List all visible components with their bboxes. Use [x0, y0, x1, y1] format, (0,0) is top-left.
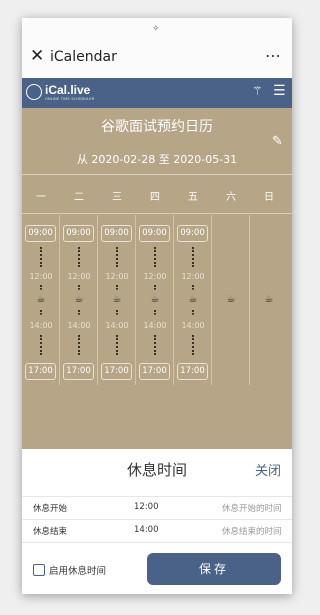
end-time-button[interactable]: 17:00: [25, 363, 56, 380]
schedule-grid: 09:00 12:00 ☕ 14:00 17:00 09:00 12:00 ☕ …: [22, 215, 292, 385]
start-time-button[interactable]: 09:00: [139, 225, 170, 242]
logo[interactable]: iCal.live ONLINE TIME SCHEDULER: [25, 82, 95, 104]
break-end-label: 14:00: [105, 321, 129, 330]
status-icon: ✧: [152, 24, 160, 34]
coffee-cup-icon[interactable]: ☕: [187, 294, 199, 305]
logo-mark: [26, 84, 42, 100]
work-span-dots: [78, 335, 80, 355]
break-start-label: 12:00: [29, 272, 53, 281]
work-span-dots: [116, 247, 118, 267]
day-column-tue[interactable]: 09:00 12:00 ☕ 14:00 17:00: [60, 215, 98, 385]
weekday-header: 一 二 三 四 五 六 日: [22, 176, 292, 214]
row-hint: 休息结束的时间: [222, 527, 282, 537]
work-span-dots: [192, 285, 194, 290]
weekday-mon: 一: [36, 192, 46, 203]
day-column-mon[interactable]: 09:00 12:00 ☕ 14:00 17:00: [22, 215, 60, 385]
work-span-dots: [40, 310, 42, 315]
weekday-sat: 六: [226, 192, 236, 203]
break-end-row[interactable]: 休息结束 14:00 休息结束的时间: [22, 519, 292, 543]
work-span-dots: [78, 285, 80, 290]
work-span-dots: [78, 310, 80, 315]
day-column-fri[interactable]: 09:00 12:00 ☕ 14:00 17:00: [174, 215, 212, 385]
break-end-label: 14:00: [143, 321, 167, 330]
end-time-button[interactable]: 17:00: [101, 363, 132, 380]
start-time-button[interactable]: 09:00: [101, 225, 132, 242]
work-span-dots: [192, 335, 194, 355]
end-time-button[interactable]: 17:00: [63, 363, 94, 380]
status-bar: ✧: [22, 18, 292, 40]
more-icon[interactable]: ⋯: [265, 46, 282, 65]
coffee-cup-icon[interactable]: ☕: [111, 294, 123, 305]
work-span-dots: [40, 285, 42, 290]
logo-tagline: ONLINE TIME SCHEDULER: [45, 97, 95, 101]
work-span-dots: [154, 247, 156, 267]
end-time-button[interactable]: 17:00: [177, 363, 208, 380]
weekday-tue: 二: [74, 192, 84, 203]
divider: [22, 174, 292, 175]
magic-wand-icon[interactable]: ⚚: [252, 84, 263, 98]
break-start-label: 12:00: [105, 272, 129, 281]
date-range: 从 2020-02-28 至 2020-05-31: [76, 153, 238, 166]
break-start-value[interactable]: 12:00: [134, 502, 159, 512]
sheet-title: 休息时间: [126, 461, 187, 479]
day-column-sat[interactable]: ☕: [212, 215, 250, 385]
coffee-cup-icon[interactable]: ☕: [225, 294, 237, 305]
break-end-label: 14:00: [181, 321, 205, 330]
day-column-thu[interactable]: 09:00 12:00 ☕ 14:00 17:00: [136, 215, 174, 385]
work-span-dots: [40, 335, 42, 355]
coffee-cup-icon[interactable]: ☕: [149, 294, 161, 305]
work-span-dots: [78, 247, 80, 267]
row-label: 休息结束: [33, 527, 68, 537]
work-span-dots: [192, 247, 194, 267]
end-time-button[interactable]: 17:00: [139, 363, 170, 380]
app-content: iCal.live ONLINE TIME SCHEDULER ⚚ ☰ 谷歌面试…: [22, 78, 292, 594]
break-start-row[interactable]: 休息开始 12:00 休息开始的时间: [22, 496, 292, 519]
break-start-label: 12:00: [181, 272, 205, 281]
coffee-cup-icon[interactable]: ☕: [73, 294, 85, 305]
coffee-cup-icon[interactable]: ☕: [35, 294, 47, 305]
edit-icon[interactable]: ✎: [272, 134, 283, 149]
work-span-dots: [40, 247, 42, 267]
break-end-label: 14:00: [67, 321, 91, 330]
row-hint: 休息开始的时间: [222, 504, 282, 514]
break-end-label: 14:00: [29, 321, 53, 330]
break-end-value[interactable]: 14:00: [134, 525, 159, 535]
break-time-sheet: 休息时间 关闭 休息开始 12:00 休息开始的时间 休息结束 14:00 休息…: [22, 449, 292, 594]
calendar-title: 谷歌面试预约日历: [101, 119, 213, 135]
menu-icon[interactable]: ☰: [273, 83, 286, 99]
day-column-wed[interactable]: 09:00 12:00 ☕ 14:00 17:00: [98, 215, 136, 385]
weekday-wed: 三: [112, 192, 122, 203]
start-time-button[interactable]: 09:00: [63, 225, 94, 242]
title-bar: ✕ iCalendar ⋯: [22, 40, 292, 78]
break-start-label: 12:00: [67, 272, 91, 281]
day-column-sun[interactable]: ☕: [250, 215, 288, 385]
work-span-dots: [154, 310, 156, 315]
window-title: iCalendar: [50, 49, 117, 65]
break-start-label: 12:00: [143, 272, 167, 281]
weekday-thu: 四: [150, 192, 160, 203]
work-span-dots: [154, 285, 156, 290]
weekday-fri: 五: [188, 192, 198, 203]
start-time-button[interactable]: 09:00: [177, 225, 208, 242]
divider: [22, 213, 292, 214]
work-span-dots: [154, 335, 156, 355]
logo-text: iCal.live: [45, 83, 91, 97]
close-icon[interactable]: ✕: [30, 46, 44, 66]
weekday-sun: 日: [264, 192, 274, 203]
work-span-dots: [116, 285, 118, 290]
phone-frame: ✧ ✕ iCalendar ⋯ iCal.live ONLINE TIME SC…: [22, 18, 292, 594]
enable-break-checkbox[interactable]: [33, 564, 45, 576]
row-label: 休息开始: [33, 504, 68, 514]
work-span-dots: [116, 335, 118, 355]
work-span-dots: [192, 310, 194, 315]
coffee-cup-icon[interactable]: ☕: [263, 294, 275, 305]
save-button[interactable]: 保存: [147, 553, 281, 585]
work-span-dots: [116, 310, 118, 315]
start-time-button[interactable]: 09:00: [25, 225, 56, 242]
sheet-close-button[interactable]: 关闭: [255, 460, 281, 479]
nav-bar: iCal.live ONLINE TIME SCHEDULER ⚚ ☰: [22, 78, 292, 108]
enable-break-label[interactable]: 启用休息时间: [49, 563, 106, 577]
